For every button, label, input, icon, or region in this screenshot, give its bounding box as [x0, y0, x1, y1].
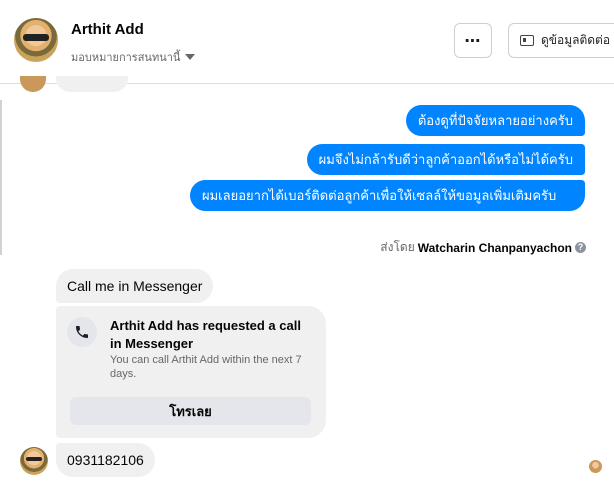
seen-indicator-avatar	[589, 460, 602, 473]
view-contact-label: ดูข้อมูลติดต่อ	[541, 33, 611, 47]
call-request-title: Arthit Add has requested a call in Messe…	[110, 318, 301, 351]
incoming-message[interactable]: Call me in Messenger	[56, 269, 214, 303]
contact-name[interactable]: Arthit Add	[71, 21, 144, 38]
phone-icon	[67, 317, 97, 347]
conversation-header: Arthit Add มอบหมายการสนทนานี้ ⋯ ดูข้อมูล…	[0, 0, 614, 84]
call-now-button[interactable]: โทรเลย	[70, 397, 311, 425]
caret-down-icon	[185, 54, 196, 60]
sent-by-prefix: ส่งโดย	[380, 240, 415, 254]
contact-avatar[interactable]	[14, 18, 58, 62]
sent-by-name: Watcharin Chanpanyachon	[417, 240, 572, 255]
call-request-card: Arthit Add has requested a call in Messe…	[56, 306, 326, 438]
call-request-description: You can call Arthit Add within the next …	[110, 354, 302, 380]
contact-card-icon	[520, 35, 534, 46]
outgoing-message[interactable]: ผมจึงไม่กล้ารับดีว่าลูกค้าออกได้หรือไม่ไ…	[306, 144, 585, 175]
outgoing-message[interactable]: ผมเลยอยากได้เบอร์ติดต่อลูกค้าเพื่อให้เซล…	[190, 180, 585, 211]
message-bubble-partial	[56, 76, 128, 92]
sent-by-label: ส่งโดย Watcharin Chanpanyachon ?	[380, 238, 586, 257]
scrollbar[interactable]	[0, 100, 2, 255]
view-contact-button[interactable]: ดูข้อมูลติดต่อ	[508, 23, 614, 58]
outgoing-message[interactable]: ต้องดูที่ปัจจัยหลายอย่างครับ	[405, 105, 585, 136]
contact-avatar[interactable]	[20, 447, 48, 475]
more-options-button[interactable]: ⋯	[454, 23, 492, 58]
incoming-message[interactable]: 0931182106	[56, 443, 155, 477]
assign-conversation-label: มอบหมายการสนทนานี้	[71, 52, 181, 64]
assign-conversation-dropdown[interactable]: มอบหมายการสนทนานี้	[71, 48, 196, 66]
contact-avatar-partial	[20, 76, 46, 92]
help-icon[interactable]: ?	[575, 242, 586, 253]
